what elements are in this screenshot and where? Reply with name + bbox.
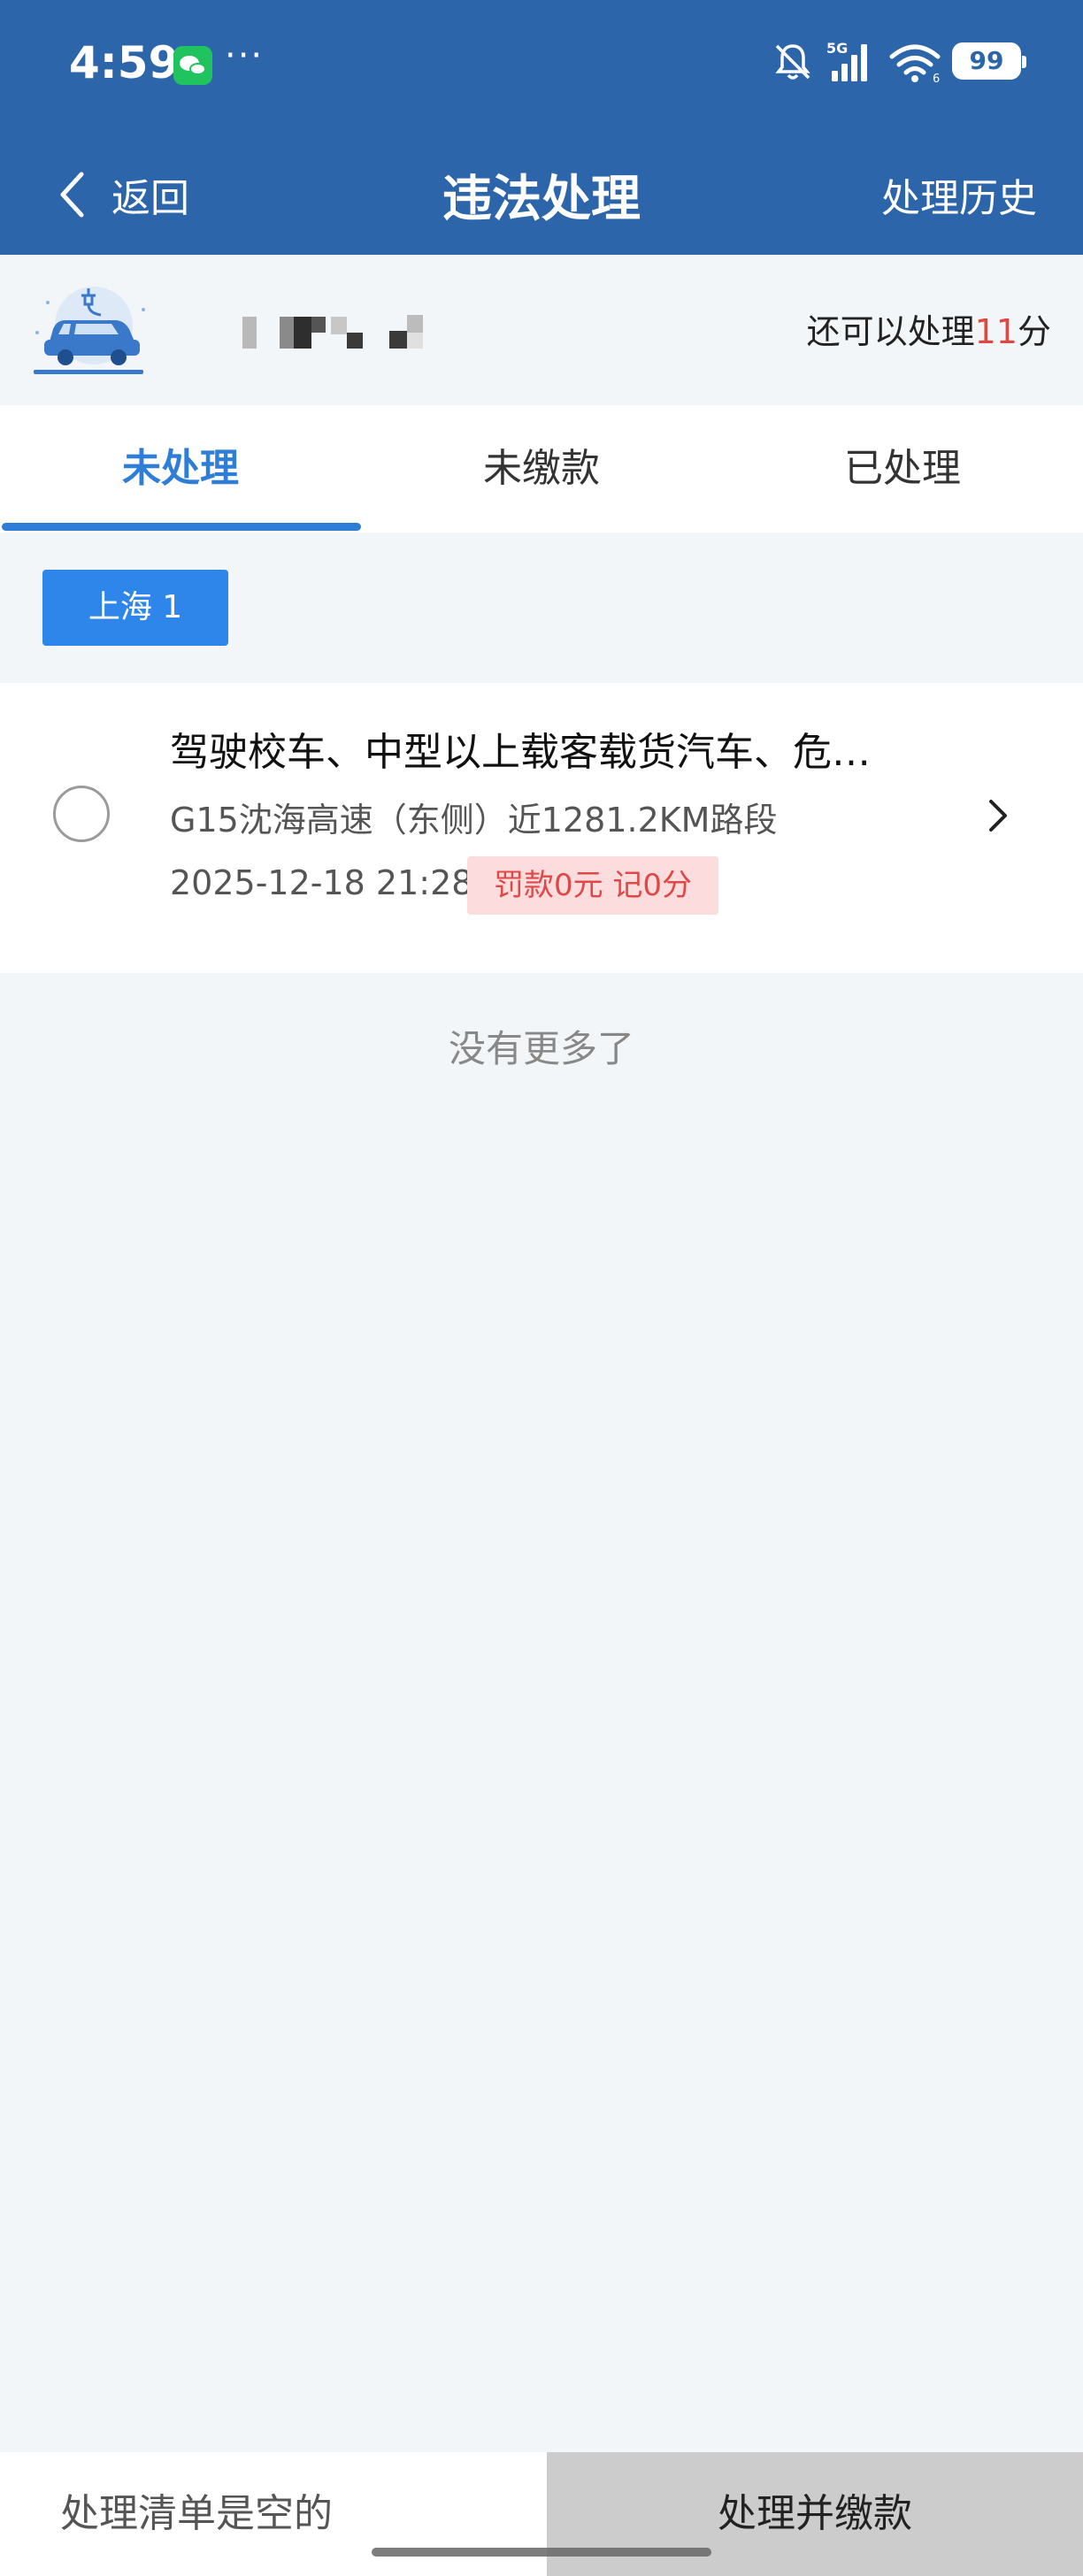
vehicle-info-bar: 还可以处理11分: [0, 255, 1083, 405]
back-label: 返回: [111, 176, 189, 221]
violation-location: G15沈海高速（东侧）近1281.2KM路段: [170, 801, 778, 840]
chevron-right-icon: [989, 800, 1007, 832]
fine-badge: 罚款0元 记0分: [467, 856, 718, 915]
process-and-pay-button[interactable]: 处理并缴款: [547, 2452, 1083, 2576]
wechat-notification-icon: [173, 46, 212, 85]
region-filter-chip[interactable]: 上海 1: [42, 570, 228, 646]
home-indicator[interactable]: [372, 2548, 711, 2557]
violation-time: 2025-12-18 21:28: [170, 863, 473, 902]
empty-list-text: 处理清单是空的: [0, 2452, 547, 2576]
bell-muted-icon: [775, 44, 810, 80]
no-more-text: 没有更多了: [448, 1027, 634, 1070]
points-suffix: 分: [1017, 312, 1051, 351]
status-icons: 5G 6 99: [772, 39, 1028, 88]
bottom-action-bar: 处理清单是空的 处理并缴款: [0, 2452, 1083, 2576]
more-notifications-icon: ···: [225, 35, 265, 76]
tab-unprocessed[interactable]: 未处理: [0, 405, 361, 533]
license-plate-masked: [239, 311, 451, 356]
network-label: 5G: [826, 40, 848, 57]
status-bar: 4:59 ··· 5G 6 99: [0, 0, 1083, 133]
nav-bar: 返回 违法处理 处理历史: [0, 150, 1083, 239]
back-button[interactable]: 返回: [58, 166, 189, 223]
chevron-left-icon: [60, 172, 84, 218]
points-remaining: 还可以处理11分: [807, 304, 1051, 353]
tab-indicator: [2, 523, 361, 531]
battery-icon: 99: [952, 42, 1026, 80]
svg-text:6: 6: [933, 73, 940, 83]
wifi-icon: 6: [889, 44, 941, 83]
points-prefix: 还可以处理: [806, 312, 975, 351]
violation-title: 驾驶校车、中型以上载客载货汽车、危…: [170, 730, 871, 775]
select-radio[interactable]: [53, 786, 110, 842]
violation-list-item[interactable]: 驾驶校车、中型以上载客载货汽车、危… G15沈海高速（东侧）近1281.2KM路…: [0, 683, 1083, 973]
tab-unpaid[interactable]: 未缴款: [361, 405, 722, 533]
status-time: 4:59: [69, 37, 180, 88]
tab-bar: 未处理 未缴款 已处理: [0, 405, 1083, 533]
electric-car-icon: [34, 287, 145, 374]
app-header: 4:59 ··· 5G 6 99 返回 违法处理 处理历史: [0, 0, 1083, 255]
history-button[interactable]: 处理历史: [881, 166, 1037, 223]
tab-processed[interactable]: 已处理: [722, 405, 1083, 533]
points-value: 11: [974, 312, 1018, 351]
signal-5g-icon: 5G: [826, 40, 867, 81]
